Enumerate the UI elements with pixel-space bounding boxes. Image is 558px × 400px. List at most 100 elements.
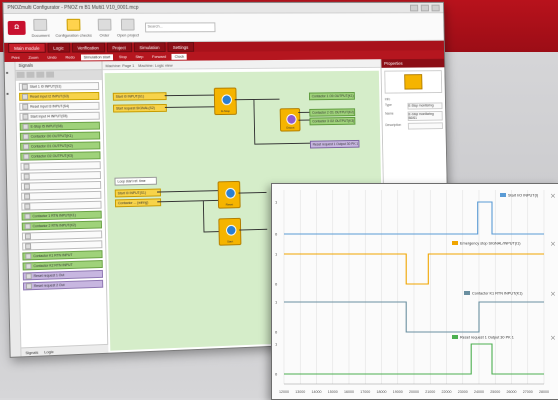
- signal-item-label: Contactor O2 OUTPUT(K3): [31, 153, 74, 159]
- signal-item[interactable]: Reset request 1 Out: [22, 269, 104, 281]
- sort-icon[interactable]: [26, 71, 35, 78]
- time-tick-label: 22000: [442, 390, 452, 394]
- ribbon-group-checks[interactable]: Configuration checks: [55, 18, 92, 37]
- ribbon-group-open[interactable]: Open project: [117, 18, 139, 37]
- property-value[interactable]: [407, 122, 443, 130]
- print-button[interactable]: Print: [8, 55, 22, 60]
- signal-item[interactable]: [21, 190, 102, 201]
- output-label[interactable]: Contactor 3 O2 OUTPUT(K3): [309, 116, 356, 126]
- close-channel-icon[interactable]: ×: [550, 334, 556, 342]
- signal-item[interactable]: Reset input I2 INPUT(S3): [19, 91, 100, 101]
- signal-item[interactable]: Start 1 I0 INPUT(S1): [18, 82, 100, 91]
- wire: [157, 190, 218, 193]
- signal-item[interactable]: E-Stop I5 INPUT(S6): [19, 121, 100, 131]
- undo-button[interactable]: Undo: [44, 55, 59, 60]
- simulation-start-button[interactable]: Simulation start: [80, 53, 114, 60]
- signal-item-label: Start 1 I0 INPUT(S1): [29, 84, 62, 89]
- signal-type-icon: [24, 193, 31, 200]
- signal-item-label: Reset request 1 Out: [33, 273, 65, 279]
- level-label: 0: [275, 372, 278, 377]
- signal-item[interactable]: Start input I4 INPUT(S5): [19, 111, 100, 121]
- property-value[interactable]: E-Stop monitoring BDS1: [407, 110, 443, 121]
- wire: [202, 200, 205, 232]
- close-channel-icon[interactable]: ×: [550, 192, 556, 200]
- footer-tab-signals[interactable]: Signals: [25, 349, 38, 355]
- input-label[interactable]: Start I0 INPUT(S1): [114, 188, 161, 198]
- channel-label: Reset request 1 Output 30 PK 1: [460, 336, 514, 340]
- redo-button[interactable]: Redo: [62, 55, 77, 60]
- function-block-estop[interactable]: E-Stop: [213, 87, 237, 116]
- signal-type-icon: [24, 203, 31, 210]
- canvas-tab-logic[interactable]: Machine: Logic view: [138, 62, 173, 67]
- wire: [157, 199, 218, 203]
- zoom-button[interactable]: Zoom: [25, 55, 41, 60]
- signal-item[interactable]: [20, 161, 101, 171]
- channel-label: Emergency stop SIGNAL/INPUT(I1): [460, 242, 521, 246]
- signal-item-label: Start input I4 INPUT(S5): [30, 114, 68, 119]
- clock-field[interactable]: Clock: [171, 53, 188, 60]
- signal-item[interactable]: [20, 171, 101, 181]
- signal-item-label: Reset input I3 INPUT(S4): [30, 104, 70, 109]
- signal-item[interactable]: [20, 180, 102, 191]
- minimize-button[interactable]: [409, 4, 419, 11]
- tab-project[interactable]: Project: [106, 42, 132, 53]
- estop-icon: [221, 94, 233, 106]
- properties-title: Properties: [381, 58, 445, 68]
- search-input[interactable]: Search...: [144, 22, 216, 33]
- time-tick-label: 18000: [377, 390, 387, 394]
- function-block-reset[interactable]: Reset: [217, 180, 241, 209]
- add-icon[interactable]: [36, 71, 45, 78]
- ribbon-group-document[interactable]: Document: [31, 18, 50, 37]
- canvas-tab-page[interactable]: Machine: Page 1: [105, 63, 134, 68]
- input-label[interactable]: Loop start ref. time: [114, 176, 157, 186]
- close-button[interactable]: [431, 4, 440, 11]
- signal-item[interactable]: Reset request 2 Out: [22, 279, 104, 291]
- property-value[interactable]: E-Stop monitoring: [407, 102, 443, 110]
- ribbon-group-order[interactable]: Order: [97, 18, 112, 37]
- time-tick-label: 19000: [393, 390, 403, 394]
- tab-main-module[interactable]: Main module: [8, 42, 46, 53]
- level-label: 0: [275, 282, 278, 287]
- signal-item[interactable]: [21, 200, 102, 211]
- signal-type-icon: [24, 233, 31, 240]
- tab-logic[interactable]: Logic: [47, 42, 70, 53]
- input-label[interactable]: Contactor ... (wiring): [114, 198, 162, 208]
- input-label[interactable]: Start request SIGNAL(S2): [113, 103, 167, 113]
- vtab-hardware[interactable]: ■: [5, 62, 10, 83]
- signal-item[interactable]: [21, 230, 103, 241]
- filter-icon[interactable]: [16, 71, 25, 78]
- input-label[interactable]: Start I0 INPUT(S1): [112, 92, 167, 101]
- title-bar: PNOZmulti Configurator - PNOZ m B1 Multi…: [3, 2, 444, 14]
- signal-item[interactable]: Contactor K2 RTN INPUT: [22, 260, 103, 271]
- forward-button[interactable]: Forward: [149, 54, 169, 59]
- signal-item[interactable]: [22, 240, 103, 251]
- close-channel-icon[interactable]: ×: [550, 290, 556, 298]
- signal-item[interactable]: Contactor O1 OUTPUT(K2): [20, 141, 101, 151]
- footer-tab-logic[interactable]: Logic: [44, 349, 53, 354]
- signal-item[interactable]: Reset input I3 INPUT(S4): [19, 101, 100, 111]
- output-label[interactable]: Reset request 1 Output 30 PK 1: [309, 139, 360, 149]
- step-button[interactable]: Step: [133, 54, 147, 59]
- signal-item[interactable]: Contactor O2 OUTPUT(K3): [20, 151, 101, 161]
- maximize-button[interactable]: [420, 4, 429, 11]
- tab-simulation[interactable]: Simulation: [133, 42, 166, 53]
- wire: [298, 111, 310, 113]
- close-channel-icon[interactable]: ×: [550, 240, 556, 248]
- signal-item[interactable]: Contactor K1 RTN INPUT: [22, 250, 103, 261]
- tab-verification[interactable]: Verification: [71, 42, 105, 53]
- vtab-signals[interactable]: ■: [5, 83, 10, 104]
- time-tick-label: 23000: [458, 390, 468, 394]
- channel-color-tag: [452, 241, 458, 245]
- delete-icon[interactable]: [46, 71, 55, 78]
- signal-item[interactable]: Contactor O0 OUTPUT(K1): [19, 131, 101, 141]
- wire: [164, 94, 214, 97]
- output-label[interactable]: Contactor 2 O1 OUTPUT(K2): [309, 108, 356, 117]
- signal-timeline-window: 12000 13000 14000 15000 16000 17000 18000 19000…: [271, 183, 558, 400]
- signal-item[interactable]: Contactor 1 RTN INPUT(K1): [21, 210, 102, 221]
- order-icon: [97, 18, 112, 31]
- stop-button[interactable]: Stop: [116, 54, 130, 59]
- tab-settings[interactable]: Settings: [166, 42, 195, 52]
- signal-item[interactable]: Contactor 2 RTN INPUT(K2): [21, 220, 103, 231]
- function-block-start[interactable]: Start: [218, 217, 242, 246]
- output-label[interactable]: Contactor 1 O0 OUTPUT(K1): [308, 92, 355, 101]
